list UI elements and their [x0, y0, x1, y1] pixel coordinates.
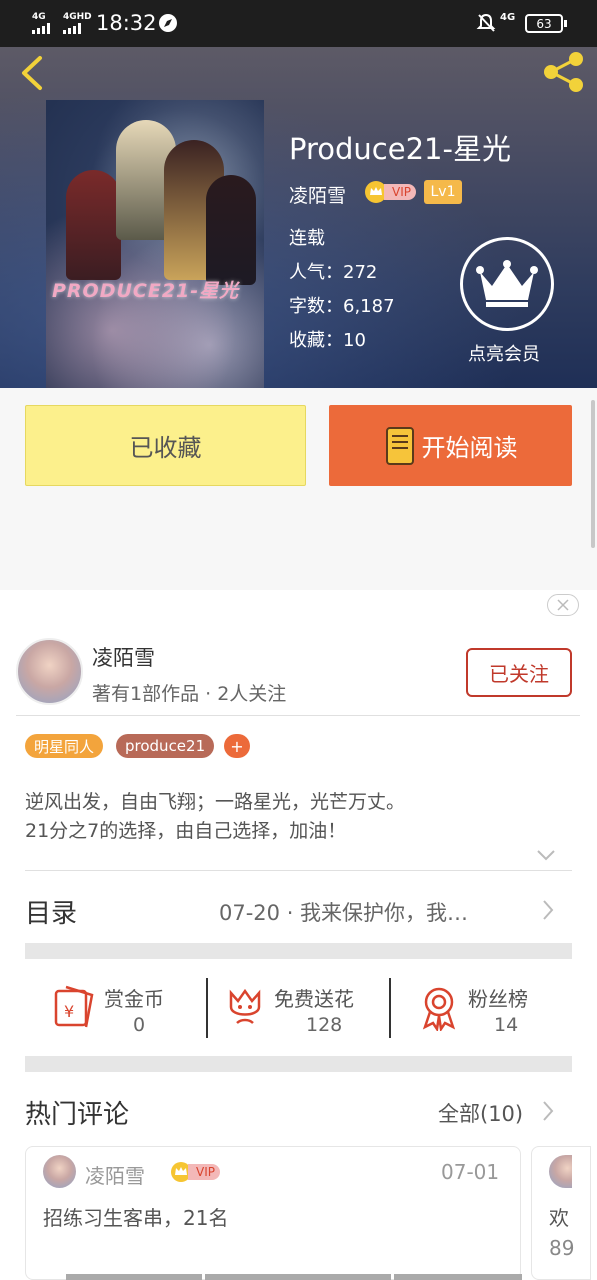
back-arrow-icon[interactable] — [16, 54, 46, 92]
comments-title: 热门评论 — [25, 1100, 130, 1130]
vip-badge: VIP — [364, 180, 416, 204]
close-button[interactable] — [547, 594, 579, 616]
stat-label-coins[interactable]: 赏金币 — [104, 983, 164, 1012]
stat-value-fans: 14 — [494, 1014, 519, 1036]
section-divider — [25, 1056, 572, 1072]
clock: 18:32 — [96, 11, 157, 35]
book-status: 连载 — [289, 228, 325, 249]
tag-chip[interactable]: 明星同人 — [25, 734, 104, 758]
compass-icon — [159, 14, 177, 32]
share-icon[interactable] — [542, 50, 586, 94]
comment-image-edge — [394, 1274, 522, 1280]
author-card-info: 著有1部作品 · 2人关注 — [92, 683, 287, 705]
section-divider — [25, 943, 572, 959]
catalog-latest[interactable]: 07-20 · 我来保护你，我… — [219, 897, 468, 927]
stat-label-fans[interactable]: 粉丝榜 — [468, 983, 528, 1012]
signal-bars-icon — [32, 23, 50, 34]
comment-vip-badge: VIP — [170, 1160, 220, 1184]
level-badge: Lv1 — [424, 180, 462, 204]
author-name[interactable]: 凌陌雪 — [289, 181, 346, 208]
battery-icon: 63 — [525, 14, 563, 33]
flower-icon[interactable] — [225, 985, 265, 1031]
crown-icon — [476, 260, 538, 307]
network-label: 4G — [500, 12, 516, 23]
book-favorites: 收藏：10 — [289, 330, 366, 351]
chevron-down-icon[interactable] — [536, 848, 556, 862]
chevron-right-icon[interactable] — [541, 898, 555, 922]
stat-label-flowers[interactable]: 免费送花 — [274, 983, 354, 1012]
signal-1-label: 4G — [32, 12, 46, 22]
status-bar: 4G 4GHD 18:32 4G 63 — [0, 0, 597, 47]
divider — [16, 715, 580, 716]
vip-label: VIP — [384, 184, 416, 200]
book-title: Produce21-星光 — [289, 132, 511, 166]
comment-text: 招练习生客串，21名 — [43, 1206, 229, 1230]
start-reading-label: 开始阅读 — [421, 434, 518, 462]
comment-user[interactable]: 凌陌雪 — [85, 1160, 145, 1189]
author-card-name[interactable]: 凌陌雪 — [92, 642, 155, 672]
comment-date: 07-01 — [441, 1160, 500, 1184]
medal-icon[interactable] — [419, 985, 459, 1033]
divider — [389, 978, 391, 1038]
cover-figure — [66, 170, 121, 280]
comment-text: 89 — [549, 1236, 575, 1260]
divider — [25, 870, 572, 871]
follow-button[interactable]: 已关注 — [466, 648, 572, 697]
start-reading-button[interactable]: 开始阅读 — [329, 405, 572, 486]
vip-label: VIP — [188, 1164, 220, 1180]
book-description-line-2: 21分之7的选择，由自己选择，加油！ — [25, 820, 347, 842]
mute-bell-icon — [476, 13, 496, 32]
chevron-right-icon[interactable] — [541, 1099, 555, 1123]
coin-envelope-icon[interactable]: ¥ — [52, 985, 98, 1031]
cover-figure — [206, 175, 256, 285]
book-cover[interactable]: PRODUCE21-星光 — [46, 100, 264, 388]
book-description-line-1: 逆风出发，自由飞翔；一路星光，光芒万丈。 — [25, 791, 406, 813]
tag-chip[interactable]: produce21 — [116, 734, 215, 758]
comment-image-edge — [66, 1274, 202, 1280]
book-icon — [385, 426, 414, 465]
battery-tip — [564, 20, 567, 27]
signal-2-label: 4GHD — [63, 12, 92, 22]
comments-all-link[interactable]: 全部(10) — [438, 1098, 523, 1128]
comment-avatar[interactable] — [43, 1155, 76, 1188]
stat-value-coins: 0 — [133, 1014, 146, 1036]
svg-text:¥: ¥ — [64, 1002, 74, 1021]
battery-level: 63 — [536, 16, 552, 31]
signal-bars-icon — [63, 23, 81, 34]
cover-title: PRODUCE21-星光 — [52, 280, 240, 302]
divider — [206, 978, 208, 1038]
add-tag-button[interactable]: + — [224, 734, 250, 758]
member-label: 点亮会员 — [468, 344, 540, 365]
comment-image-edge — [205, 1274, 391, 1280]
close-icon — [557, 599, 569, 611]
author-avatar[interactable] — [16, 638, 83, 705]
catalog-label[interactable]: 目录 — [25, 893, 77, 930]
comment-text: 欢 — [549, 1206, 569, 1230]
member-button[interactable] — [460, 237, 554, 331]
stat-value-flowers: 128 — [306, 1014, 343, 1036]
collected-button[interactable]: 已收藏 — [25, 405, 306, 486]
scrollbar[interactable] — [591, 400, 595, 548]
book-word-count: 字数：6,187 — [289, 296, 395, 317]
book-popularity: 人气：272 — [289, 262, 378, 283]
